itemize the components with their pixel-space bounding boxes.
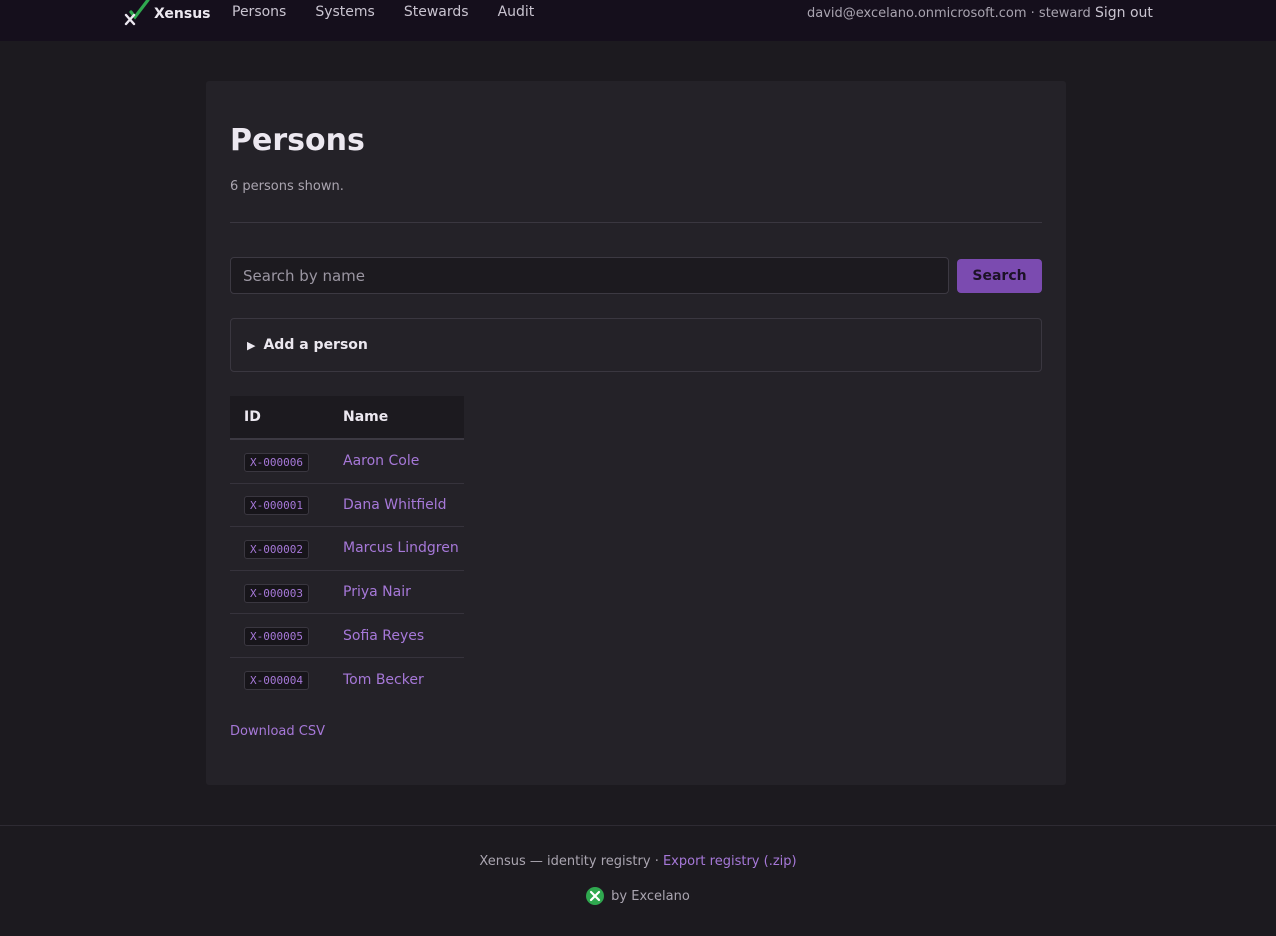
footer-line: Xensus — identity registry · Export regi…: [0, 854, 1276, 869]
excelano-logo-icon: [586, 887, 605, 905]
persons-table: ID Name X-000006 Aaron Cole X-000001 Dan…: [230, 396, 464, 702]
add-person-label: Add a person: [263, 337, 368, 353]
download-csv-link[interactable]: Download CSV: [230, 724, 325, 739]
person-name-link[interactable]: Dana Whitfield: [343, 497, 447, 513]
brand[interactable]: Xensus: [122, 0, 211, 28]
top-navbar: Xensus Persons Systems Stewards Audit da…: [0, 0, 1276, 41]
person-name-link[interactable]: Marcus Lindgren: [343, 540, 459, 556]
footer-text: Xensus — identity registry ·: [479, 854, 663, 869]
table-header: ID Name: [230, 396, 464, 440]
brand-name: Xensus: [154, 6, 211, 22]
search-input[interactable]: [230, 257, 949, 294]
person-name-link[interactable]: Aaron Cole: [343, 453, 419, 469]
search-button[interactable]: Search: [957, 259, 1042, 293]
sign-out-link[interactable]: Sign out: [1095, 5, 1153, 21]
person-id: X-000006: [244, 452, 309, 472]
person-id: X-000002: [244, 539, 309, 559]
nav-systems[interactable]: Systems: [315, 4, 375, 20]
nav-audit[interactable]: Audit: [498, 4, 535, 20]
divider: [230, 222, 1042, 223]
person-name-link[interactable]: Priya Nair: [343, 584, 411, 600]
nav-persons[interactable]: Persons: [232, 4, 286, 20]
add-person-toggle[interactable]: ▶ Add a person: [230, 318, 1042, 372]
nav-stewards[interactable]: Stewards: [404, 4, 469, 20]
person-id: X-000005: [244, 627, 309, 647]
account-info: david@excelano.onmicrosoft.com · steward: [807, 6, 1091, 21]
person-name-link[interactable]: Sofia Reyes: [343, 628, 424, 644]
table-row: X-000005 Sofia Reyes: [230, 614, 464, 658]
footer: Xensus — identity registry · Export regi…: [0, 825, 1276, 936]
person-name-link[interactable]: Tom Becker: [343, 672, 424, 688]
footer-attribution: by Excelano: [0, 887, 1276, 905]
persons-count: 6 persons shown.: [230, 179, 344, 194]
column-header-name: Name: [343, 409, 389, 425]
person-id: X-000003: [244, 583, 309, 603]
persons-card: Persons 6 persons shown. Search ▶ Add a …: [206, 81, 1066, 785]
export-registry-link[interactable]: Export registry (.zip): [663, 854, 797, 869]
footer-by-text: by Excelano: [611, 888, 690, 904]
table-row: X-000004 Tom Becker: [230, 658, 464, 702]
column-header-id: ID: [244, 409, 261, 425]
table-row: X-000006 Aaron Cole: [230, 440, 464, 484]
table-row: X-000003 Priya Nair: [230, 571, 464, 615]
person-id: X-000001: [244, 496, 309, 516]
xensus-logo-icon: [124, 0, 150, 26]
table-row: X-000001 Dana Whitfield: [230, 484, 464, 528]
table-row: X-000002 Marcus Lindgren: [230, 527, 464, 571]
person-id: X-000004: [244, 671, 309, 691]
main-nav: Persons Systems Stewards Audit: [232, 4, 563, 20]
disclosure-triangle-icon: ▶: [247, 338, 256, 352]
page-title: Persons: [230, 123, 365, 158]
